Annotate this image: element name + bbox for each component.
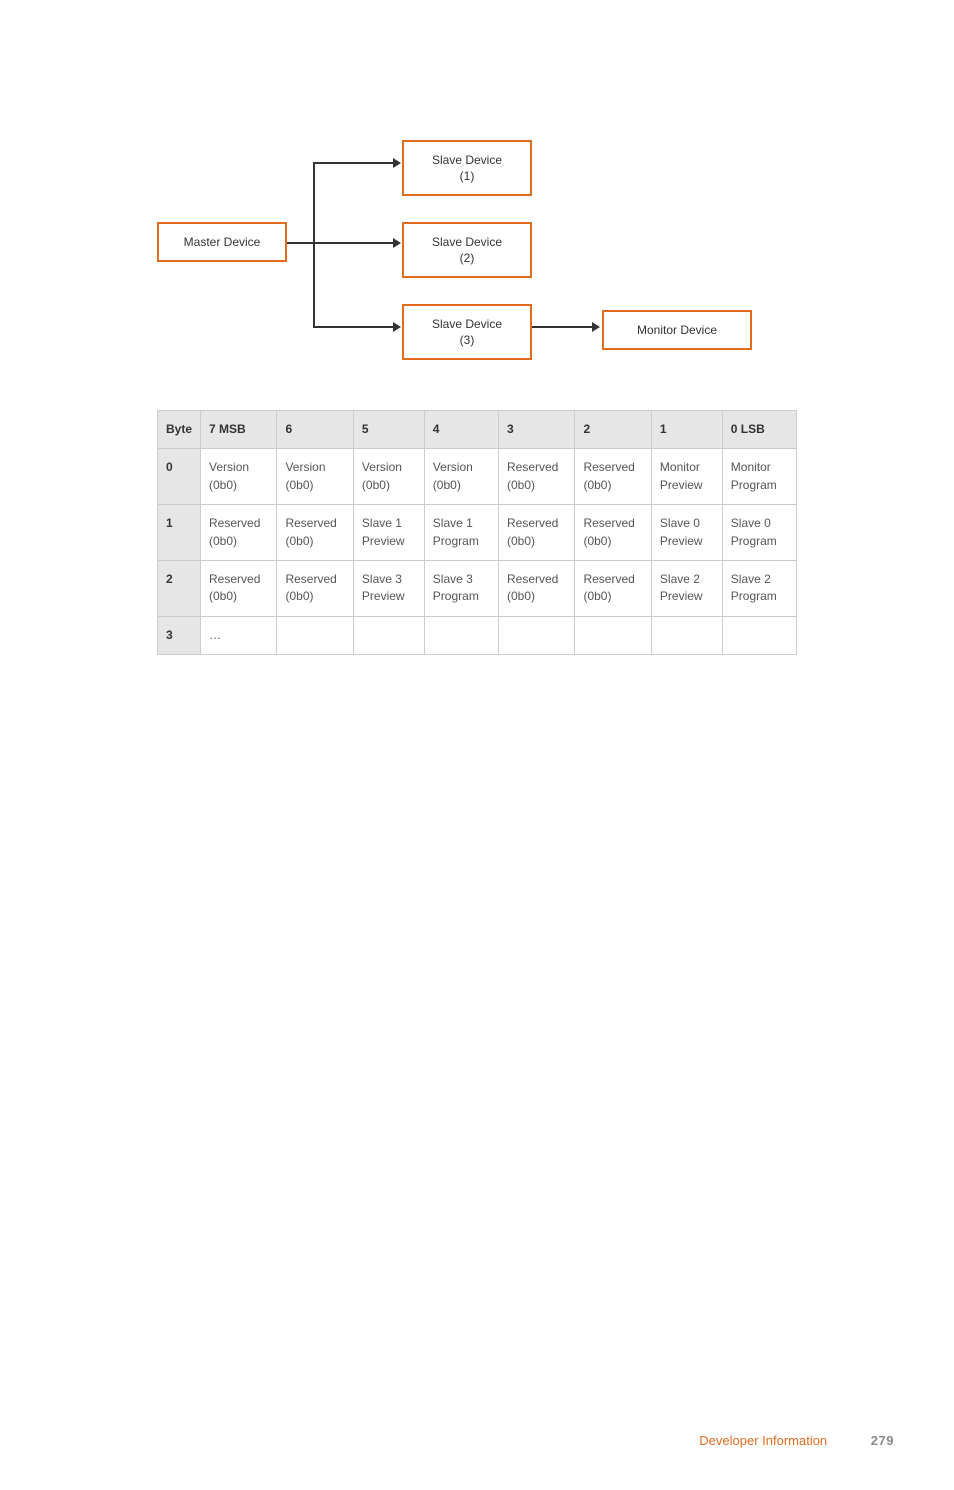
table-row: 3 … [158, 616, 797, 654]
cell: Reserved (0b0) [499, 449, 575, 505]
byte-index: 2 [158, 560, 201, 616]
table-row: 2 Reserved (0b0) Reserved (0b0) Slave 3 … [158, 560, 797, 616]
cell [499, 616, 575, 654]
cell: Slave 1 Preview [353, 505, 424, 561]
cell: Slave 3 Preview [353, 560, 424, 616]
byte-layout-table: Byte 7 MSB 6 5 4 3 2 1 0 LSB 0 Version (… [157, 410, 797, 655]
byte-index: 1 [158, 505, 201, 561]
col-3: 3 [499, 411, 575, 449]
cell: Reserved (0b0) [499, 505, 575, 561]
connector [313, 162, 393, 164]
cell: Slave 1 Program [424, 505, 498, 561]
page-footer: Developer Information 279 [699, 1433, 894, 1448]
cell: Version (0b0) [201, 449, 277, 505]
connector [313, 162, 315, 328]
cell [277, 616, 353, 654]
arrow-icon [592, 322, 600, 332]
monitor-device-box: Monitor Device [602, 310, 752, 350]
cell: Reserved (0b0) [201, 560, 277, 616]
col-byte: Byte [158, 411, 201, 449]
cell [424, 616, 498, 654]
cell: Slave 0 Program [722, 505, 796, 561]
cell: … [201, 616, 277, 654]
cell: Reserved (0b0) [575, 560, 651, 616]
cell: Reserved (0b0) [499, 560, 575, 616]
byte-index: 3 [158, 616, 201, 654]
slave2-device-box: Slave Device(2) [402, 222, 532, 278]
cell [353, 616, 424, 654]
col-1: 1 [651, 411, 722, 449]
col-4: 4 [424, 411, 498, 449]
cell [722, 616, 796, 654]
cell: Reserved (0b0) [575, 449, 651, 505]
cell: Slave 2 Preview [651, 560, 722, 616]
table-row: 0 Version (0b0) Version (0b0) Version (0… [158, 449, 797, 505]
cell: Version (0b0) [424, 449, 498, 505]
slave3-device-box: Slave Device(3) [402, 304, 532, 360]
arrow-icon [393, 238, 401, 248]
byte-index: 0 [158, 449, 201, 505]
cell: Reserved (0b0) [277, 560, 353, 616]
connector [532, 326, 592, 328]
device-diagram: Master Device Slave Device(1) Slave Devi… [157, 140, 797, 370]
table-header-row: Byte 7 MSB 6 5 4 3 2 1 0 LSB [158, 411, 797, 449]
cell: Monitor Program [722, 449, 796, 505]
cell: Slave 3 Program [424, 560, 498, 616]
col-6: 6 [277, 411, 353, 449]
connector [313, 242, 393, 244]
arrow-icon [393, 322, 401, 332]
connector [287, 242, 315, 244]
cell: Reserved (0b0) [575, 505, 651, 561]
col-5: 5 [353, 411, 424, 449]
slave1-device-box: Slave Device(1) [402, 140, 532, 196]
arrow-icon [393, 158, 401, 168]
cell: Slave 2 Program [722, 560, 796, 616]
cell: Slave 0 Preview [651, 505, 722, 561]
cell: Reserved (0b0) [277, 505, 353, 561]
cell: Version (0b0) [353, 449, 424, 505]
page-number: 279 [871, 1433, 894, 1448]
table-row: 1 Reserved (0b0) Reserved (0b0) Slave 1 … [158, 505, 797, 561]
cell: Reserved (0b0) [201, 505, 277, 561]
footer-section: Developer Information [699, 1433, 827, 1448]
cell: Monitor Preview [651, 449, 722, 505]
connector [313, 326, 393, 328]
col-2: 2 [575, 411, 651, 449]
cell [651, 616, 722, 654]
cell: Version (0b0) [277, 449, 353, 505]
master-device-box: Master Device [157, 222, 287, 262]
col-0lsb: 0 LSB [722, 411, 796, 449]
cell [575, 616, 651, 654]
col-7msb: 7 MSB [201, 411, 277, 449]
